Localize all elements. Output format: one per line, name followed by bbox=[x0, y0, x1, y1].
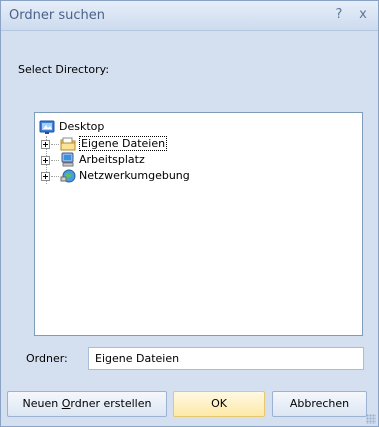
tree-item-eigene-dateien[interactable]: Eigene Dateien bbox=[41, 136, 191, 152]
network-icon bbox=[60, 169, 76, 183]
ok-button[interactable]: OK bbox=[173, 391, 265, 417]
tree-item-netzwerkumgebung[interactable]: Netzwerkumgebung bbox=[41, 168, 221, 184]
expand-icon[interactable] bbox=[41, 140, 50, 149]
folder-name-input[interactable] bbox=[88, 347, 364, 370]
folder-browse-dialog: Ordner suchen ? x Select Directory: Desk… bbox=[0, 0, 379, 427]
select-directory-label: Select Directory: bbox=[18, 63, 110, 76]
folder-tree[interactable]: Desktop Eigene Dateien Arbeitsplatz Netz… bbox=[34, 112, 363, 336]
cancel-button[interactable]: Abbrechen bbox=[272, 391, 367, 417]
tree-item-label: Netzwerkumgebung bbox=[79, 169, 190, 182]
tree-item-arbeitsplatz[interactable]: Arbeitsplatz bbox=[41, 152, 191, 168]
tree-item-desktop[interactable]: Desktop bbox=[39, 119, 159, 135]
new-folder-label-suffix: rdner erstellen bbox=[70, 397, 152, 410]
new-folder-button[interactable]: Neuen Ordner erstellen bbox=[7, 391, 167, 417]
title-bar[interactable]: Ordner suchen ? x bbox=[1, 1, 378, 31]
dialog-title: Ordner suchen bbox=[9, 8, 105, 23]
new-folder-label-prefix: Neuen bbox=[22, 397, 62, 410]
resize-grip[interactable] bbox=[366, 414, 376, 424]
close-button[interactable]: x bbox=[356, 7, 370, 22]
tree-item-label: Desktop bbox=[59, 120, 105, 133]
folder-field-label: Ordner: bbox=[26, 352, 68, 365]
computer-icon bbox=[61, 152, 74, 167]
expand-icon[interactable] bbox=[41, 172, 50, 181]
expand-icon[interactable] bbox=[41, 156, 50, 165]
tree-item-label: Eigene Dateien bbox=[79, 136, 168, 151]
folder-icon bbox=[60, 137, 76, 151]
help-button[interactable]: ? bbox=[332, 7, 346, 22]
desktop-icon bbox=[39, 120, 55, 134]
tree-item-label: Arbeitsplatz bbox=[79, 153, 145, 166]
